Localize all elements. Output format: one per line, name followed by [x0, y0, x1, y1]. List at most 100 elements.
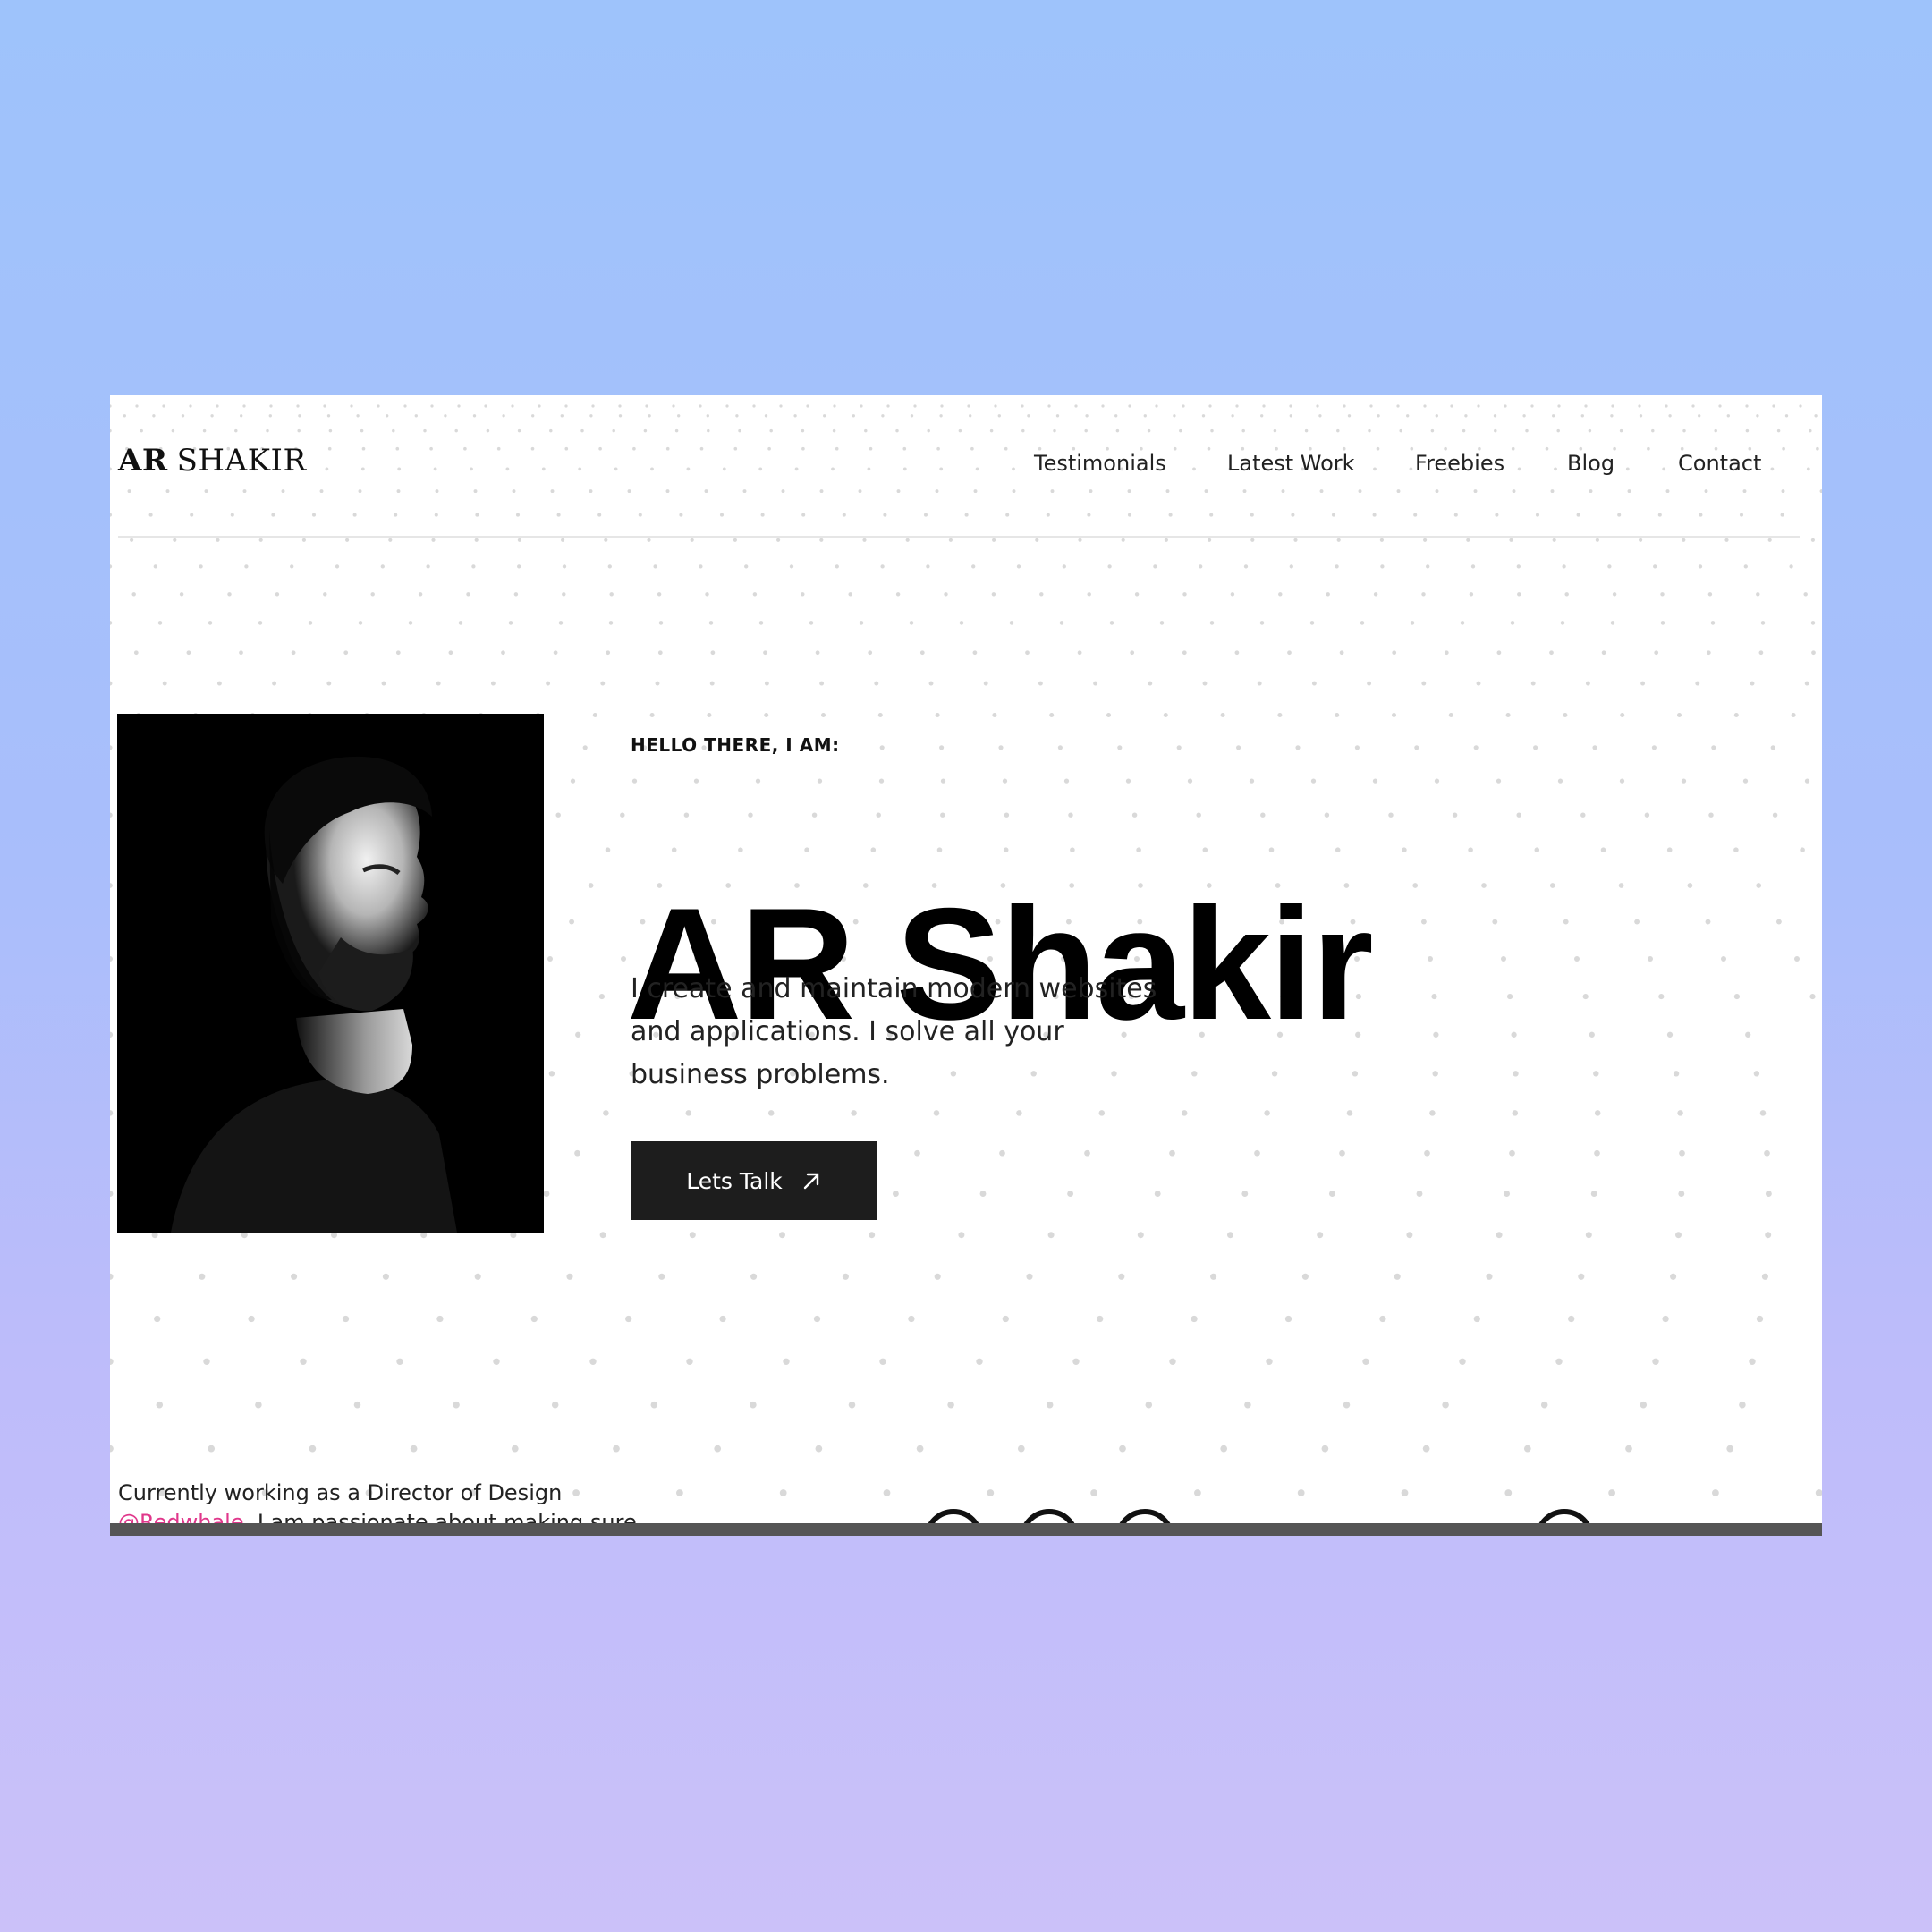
background-dot [1324, 812, 1330, 818]
background-dot [1127, 513, 1132, 517]
background-dot [1231, 414, 1234, 418]
background-dot [394, 513, 398, 517]
background-dot [1753, 1071, 1760, 1077]
background-dot [190, 513, 194, 517]
background-dot [1115, 428, 1120, 433]
nav-contact[interactable]: Contact [1678, 451, 1761, 476]
background-dot [1336, 428, 1340, 433]
background-dot [738, 847, 743, 852]
background-dot [110, 883, 113, 888]
background-dot [1640, 1401, 1648, 1409]
background-dot [1516, 812, 1521, 818]
background-dot [608, 621, 614, 625]
background-dot [685, 1110, 692, 1116]
background-dot [388, 538, 393, 542]
background-dot [418, 592, 423, 597]
lets-talk-button[interactable]: Lets Talk [631, 1141, 877, 1220]
background-dot [1316, 404, 1319, 408]
background-dot [1182, 650, 1187, 656]
background-dot [869, 446, 873, 451]
nav-blog[interactable]: Blog [1567, 451, 1614, 476]
background-dot [1039, 592, 1044, 597]
background-dot [733, 538, 737, 542]
background-dot [1406, 1232, 1413, 1239]
background-dot [1352, 1071, 1359, 1077]
background-dot [1594, 1110, 1601, 1116]
background-dot [395, 650, 401, 656]
background-dot [110, 1273, 114, 1280]
background-dot [513, 592, 519, 597]
background-dot [1291, 513, 1295, 517]
background-dot [735, 414, 739, 418]
background-dot [1093, 681, 1098, 686]
background-dot [919, 650, 925, 656]
background-dot [1665, 404, 1668, 408]
background-dot [1589, 489, 1593, 494]
background-dot [589, 1358, 597, 1366]
background-dot [454, 428, 458, 433]
background-dot [1470, 564, 1476, 569]
background-dot [886, 404, 890, 408]
background-dot [1804, 681, 1809, 686]
background-dot [436, 1315, 444, 1323]
background-dot [819, 538, 824, 542]
background-dot [152, 414, 156, 418]
background-dot [512, 489, 516, 494]
background-dot [1582, 994, 1589, 1000]
background-dot [1710, 621, 1716, 625]
background-dot [408, 621, 413, 625]
background-dot [1442, 1401, 1449, 1409]
background-dot [1705, 919, 1711, 925]
background-dot [1372, 778, 1378, 784]
background-dot [1328, 1191, 1335, 1198]
background-dot [1516, 564, 1521, 569]
background-dot [1759, 1110, 1767, 1116]
background-dot [1530, 404, 1534, 408]
background-dot [1335, 847, 1341, 852]
background-dot [165, 489, 170, 494]
background-dot [1429, 1110, 1436, 1116]
background-dot [1784, 414, 1789, 418]
background-dot [1062, 564, 1066, 569]
background-dot [1745, 428, 1750, 433]
background-dot [1005, 513, 1010, 517]
background-dot [1140, 446, 1143, 451]
background-dot [1574, 956, 1580, 962]
background-dot [1379, 538, 1384, 542]
background-dot [1556, 428, 1560, 433]
background-dot [1563, 712, 1568, 718]
background-dot [896, 489, 901, 494]
background-dot [1304, 428, 1309, 433]
background-dot [242, 489, 247, 494]
background-dot [1611, 404, 1614, 408]
background-dot [1493, 414, 1497, 418]
background-dot [555, 812, 561, 818]
background-dot [1173, 414, 1176, 418]
background-dot [1326, 592, 1330, 597]
background-dot [266, 428, 269, 433]
nav-freebies[interactable]: Freebies [1415, 451, 1504, 476]
background-dot [1756, 592, 1760, 597]
background-dot [820, 712, 826, 718]
background-dot [1557, 404, 1561, 408]
nav-latest-work[interactable]: Latest Work [1227, 451, 1355, 476]
background-dot [558, 621, 564, 625]
background-dot [1074, 404, 1078, 408]
background-dot [1750, 681, 1755, 686]
background-dot [1193, 1489, 1201, 1496]
background-dot [1394, 1273, 1401, 1280]
background-dot [779, 1232, 785, 1239]
background-dot [1055, 414, 1060, 418]
background-dot [603, 1110, 609, 1116]
background-dot [835, 564, 839, 569]
background-dot [779, 1489, 787, 1496]
background-dot [1147, 428, 1151, 433]
background-dot [860, 404, 863, 408]
background-dot [133, 650, 139, 656]
background-dot [598, 994, 605, 1000]
background-dot [1545, 446, 1549, 451]
background-dot [140, 428, 143, 433]
background-dot [1721, 956, 1726, 962]
nav-testimonials[interactable]: Testimonials [1034, 451, 1166, 476]
background-dot [612, 428, 615, 433]
